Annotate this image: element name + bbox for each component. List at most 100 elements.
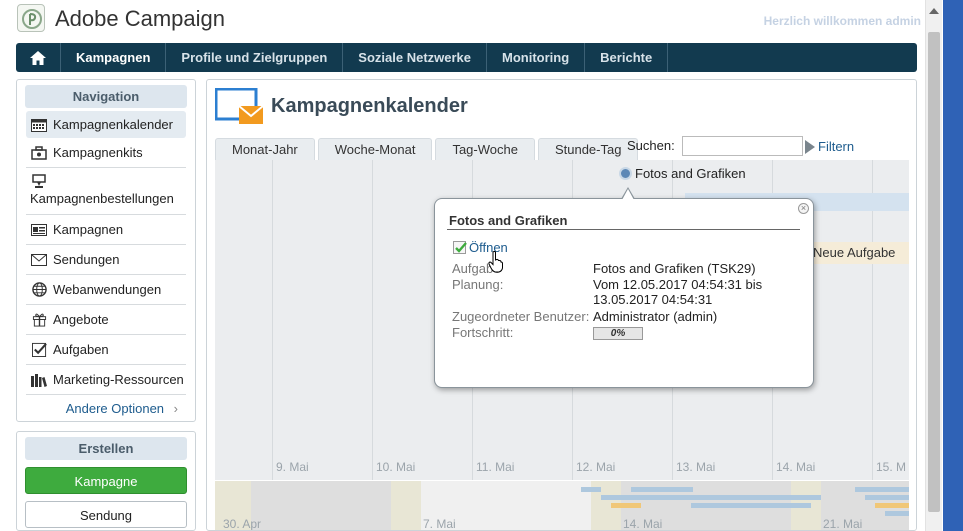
sidebar-item-label: Kampagnenkits <box>53 145 143 160</box>
window-edge <box>943 0 963 531</box>
scroll-up-arrow-icon[interactable] <box>929 8 939 14</box>
day-label: 10. Mai <box>376 460 416 474</box>
week-label: 30. Apr <box>223 517 262 531</box>
field-value-task: Fotos and Grafiken (TSK29) <box>593 261 756 276</box>
envelope-icon <box>30 252 48 268</box>
timeline-bar <box>885 511 909 516</box>
play-arrow-icon <box>805 139 815 154</box>
progress-bar: 0% <box>593 327 643 340</box>
grid-line <box>372 160 373 480</box>
sidebar-item-angebote[interactable]: Angebote <box>26 305 186 335</box>
other-options-label: Andere Optionen <box>65 401 165 416</box>
search-label: Suchen: <box>627 138 675 153</box>
sidebar-item-label: Webanwendungen <box>53 282 162 297</box>
sidebar-item-label: Aufgaben <box>53 342 109 357</box>
week-label: 7. Mai <box>423 517 456 531</box>
day-label: 12. Mai <box>576 460 616 474</box>
tab-woche-monat[interactable]: Woche-Monat <box>317 138 433 160</box>
search-input[interactable] <box>682 136 803 156</box>
navigation-panel: Navigation Kampagnenkalender Kampagnenki… <box>16 79 196 422</box>
tab-berichte[interactable]: Berichte <box>585 43 669 72</box>
timeline-bar <box>581 487 601 492</box>
vertical-scrollbar[interactable] <box>925 0 942 531</box>
sidebar-item-label: Sendungen <box>53 252 120 267</box>
other-options-link[interactable]: Andere Optionen › <box>26 395 186 423</box>
week-label: 21. Mai <box>823 517 863 531</box>
task-fotos-and-grafiken[interactable]: Fotos and Grafiken <box>619 166 746 181</box>
field-value-planning: Vom 12.05.2017 04:54:31 bis 13.05.2017 0… <box>593 277 763 307</box>
sidebar-item-label: Kampagnen <box>53 222 124 237</box>
order-icon <box>30 173 48 189</box>
campaign-icon <box>30 222 48 238</box>
week-label: 14. Mai <box>623 517 663 531</box>
app-title: Adobe Campaign <box>55 6 226 31</box>
sidebar-item-label: Angebote <box>53 312 109 327</box>
tab-soziale-netzwerke[interactable]: Soziale Netzwerke <box>343 43 488 72</box>
view-tabs: Monat-Jahr Woche-Monat Tag-Woche Stunde-… <box>215 138 641 160</box>
filter-button[interactable]: Filtern <box>805 139 854 154</box>
timeline-bar <box>855 487 909 492</box>
sidebar-item-kampagnen[interactable]: Kampagnen <box>26 215 186 245</box>
sidebar-item-aufgaben[interactable]: Aufgaben <box>26 335 186 365</box>
task-bar-new[interactable]: Neue Aufgabe <box>811 242 909 264</box>
create-delivery-button[interactable]: Sendung <box>25 501 187 528</box>
day-label: 15. M <box>876 460 907 474</box>
scrollbar-thumb[interactable] <box>928 32 940 512</box>
task-marker-icon <box>619 167 632 180</box>
close-icon[interactable]: × <box>798 203 809 214</box>
day-label: 9. Mai <box>276 460 309 474</box>
timeline-bar <box>611 503 641 508</box>
top-navigation: Kampagnen Profile und Zielgruppen Sozial… <box>16 43 917 72</box>
sidebar-item-kampagnenkits[interactable]: Kampagnenkits <box>26 138 186 168</box>
tab-monitoring[interactable]: Monitoring <box>487 43 586 72</box>
sidebar-item-label: Kampagnenbestellungen <box>30 191 174 206</box>
tab-stunde-tag[interactable]: Stunde-Tag <box>537 138 639 160</box>
filter-label: Filtern <box>818 139 855 154</box>
task-fotos-label: Fotos and Grafiken <box>635 166 746 181</box>
gift-icon <box>30 312 48 328</box>
sidebar-item-kampagnenbestellungen[interactable]: Kampagnenbestellungen <box>26 168 186 215</box>
field-value-user: Administrator (admin) <box>593 309 718 324</box>
sidebar-item-marketing-ressourcen[interactable]: Marketing-Ressourcen <box>26 365 186 395</box>
tab-kampagnen[interactable]: Kampagnen <box>61 43 167 72</box>
welcome-link[interactable]: Herzlich willkommen admin <box>764 14 921 28</box>
field-label-planning: Planung: <box>452 277 504 292</box>
create-campaign-button[interactable]: Kampagne <box>25 467 187 494</box>
day-label: 14. Mai <box>776 460 816 474</box>
kit-icon <box>30 145 48 161</box>
home-button[interactable] <box>16 43 61 72</box>
globe-icon <box>30 282 48 298</box>
timeline-bar <box>865 495 909 500</box>
grid-line <box>272 160 273 480</box>
check-icon <box>453 241 467 254</box>
tab-profile-und-zielgruppen[interactable]: Profile und Zielgruppen <box>166 43 344 72</box>
calendar-icon <box>30 117 48 133</box>
sidebar-item-label: Kampagnenkalender <box>53 117 173 132</box>
calendar-mail-icon <box>214 87 264 128</box>
home-icon <box>30 50 46 65</box>
tab-monat-jahr[interactable]: Monat-Jahr <box>215 138 315 160</box>
timeline-bar <box>691 503 811 508</box>
tab-tag-woche[interactable]: Tag-Woche <box>435 138 535 160</box>
sidebar-item-kampagnenkalender[interactable]: Kampagnenkalender <box>26 111 186 138</box>
task-popup: × Fotos and Grafiken Öffnen Aufgabe Foto… <box>434 187 814 388</box>
field-label-user: Zugeordneter Benutzer: <box>452 309 590 324</box>
sidebar-item-sendungen[interactable]: Sendungen <box>26 245 186 275</box>
sidebar-item-webanwendungen[interactable]: Webanwendungen <box>26 275 186 305</box>
day-label: 13. Mai <box>676 460 716 474</box>
navigation-title: Navigation <box>25 85 187 108</box>
app-header: Adobe Campaign Herzlich willkommen admin <box>0 0 943 40</box>
divider <box>447 229 800 230</box>
create-title: Erstellen <box>25 437 187 460</box>
sidebar-item-label: Marketing-Ressourcen <box>53 372 184 387</box>
timeline-band <box>391 481 421 530</box>
create-panel: Erstellen Kampagne Sendung <box>16 431 196 531</box>
overview-timeline[interactable]: 30. Apr 7. Mai 14. Mai 21. Mai <box>215 481 909 531</box>
checkbox-icon <box>30 342 48 358</box>
field-label-progress: Fortschritt: <box>452 325 514 340</box>
books-icon <box>30 372 48 388</box>
popup-title: Fotos and Grafiken <box>449 213 568 228</box>
adobe-campaign-logo <box>17 4 45 32</box>
timeline-bar <box>631 487 693 492</box>
page-title: Kampagnenkalender <box>271 95 468 117</box>
